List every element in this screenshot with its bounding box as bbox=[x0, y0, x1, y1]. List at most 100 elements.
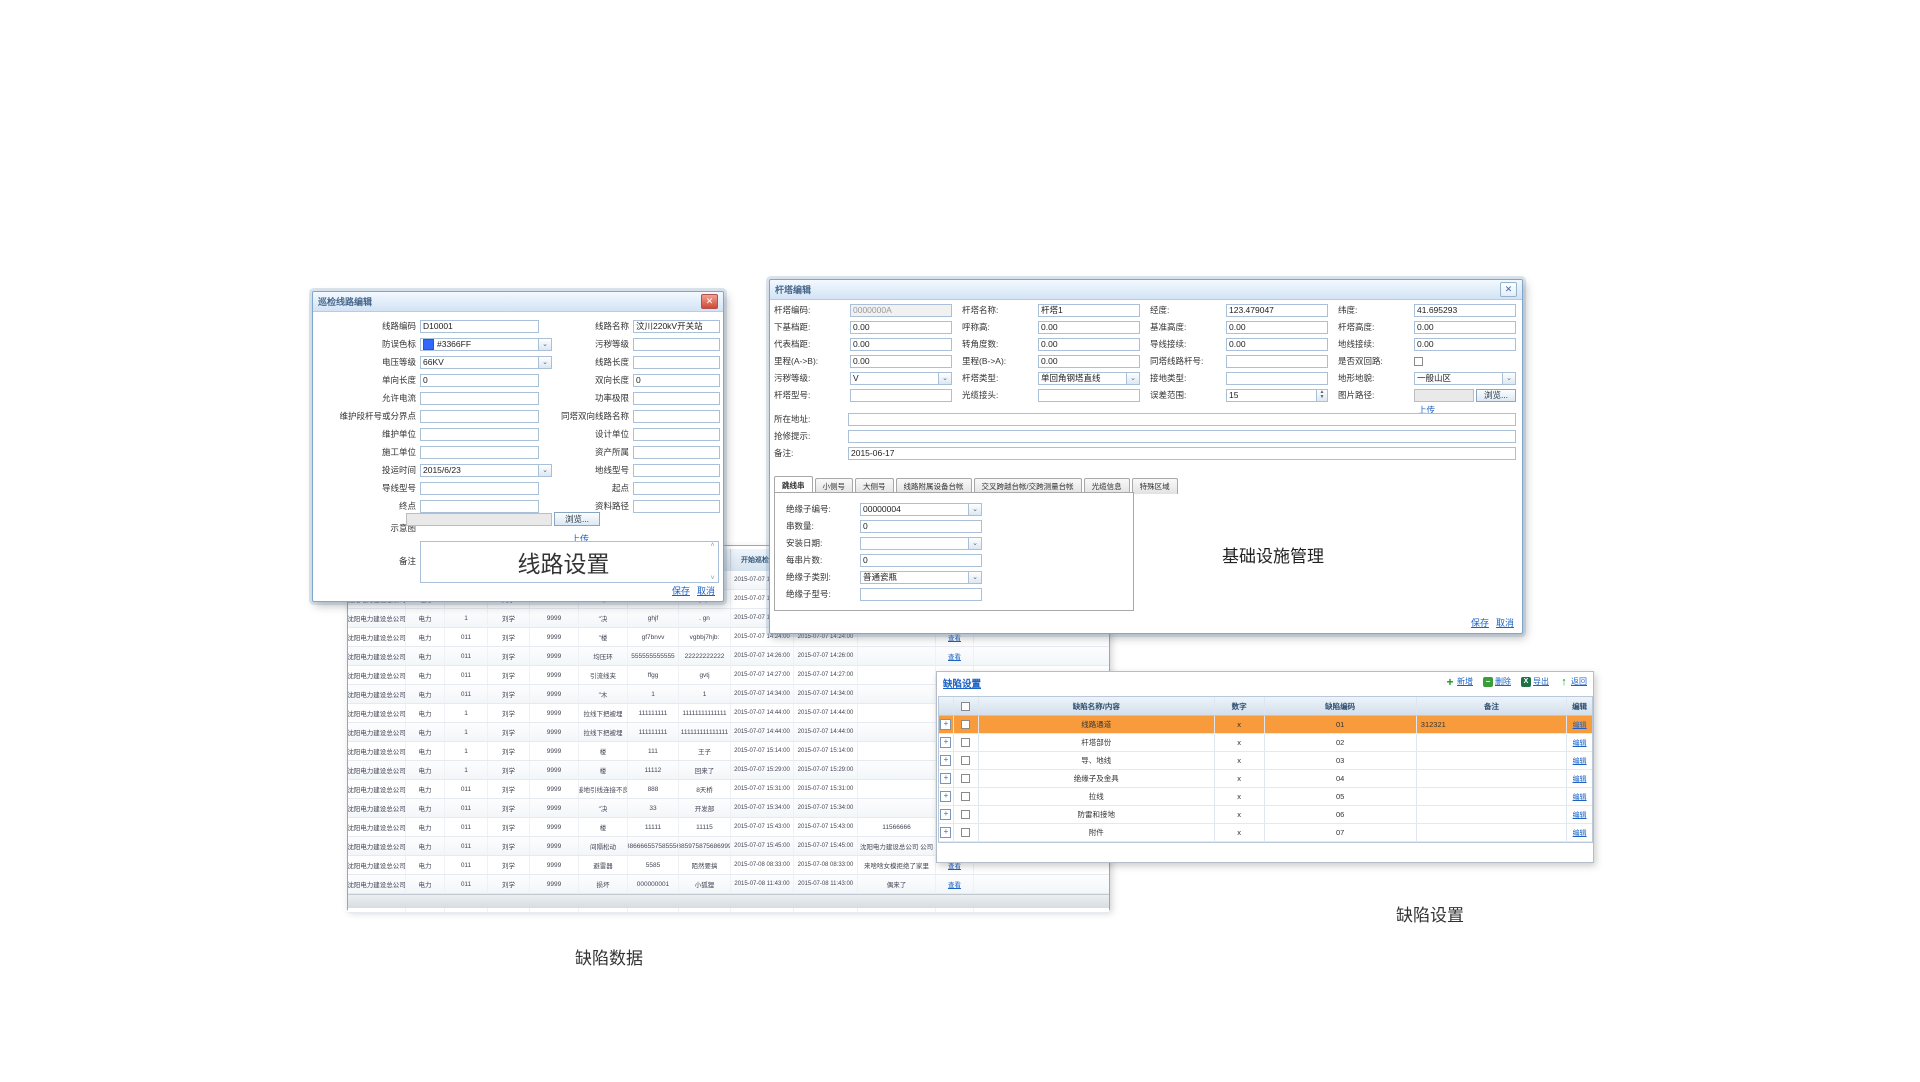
insulator-model-input[interactable] bbox=[860, 588, 982, 601]
line-code-input[interactable]: D10001 bbox=[420, 320, 539, 333]
repair-hint-input[interactable] bbox=[848, 430, 1516, 443]
dropdown-arrow-icon[interactable]: ⌄ bbox=[1126, 373, 1139, 384]
scroll-up-icon[interactable]: ˄ bbox=[710, 542, 714, 549]
expand-icon[interactable]: + bbox=[940, 773, 951, 784]
row-checkbox[interactable] bbox=[961, 792, 970, 801]
expand-icon[interactable]: + bbox=[940, 719, 951, 730]
groundwire-splice-input[interactable]: 0.00 bbox=[1414, 338, 1516, 351]
dropdown-arrow-icon[interactable]: ⌄ bbox=[968, 538, 981, 549]
tab-6[interactable]: 特殊区域 bbox=[1132, 478, 1178, 494]
close-icon[interactable]: ✕ bbox=[1500, 282, 1517, 297]
edit-link[interactable]: 编辑 bbox=[1573, 756, 1587, 766]
ground-type-input[interactable] bbox=[1226, 372, 1328, 385]
edit-link[interactable]: 编辑 bbox=[1573, 828, 1587, 838]
edit-link[interactable]: 编辑 bbox=[1573, 774, 1587, 784]
line-dialog-titlebar[interactable]: 巡检线路编辑 ✕ bbox=[313, 292, 723, 312]
row-checkbox[interactable] bbox=[961, 756, 970, 765]
picture-path-file-input[interactable] bbox=[1414, 389, 1474, 402]
address-input[interactable] bbox=[848, 413, 1516, 426]
expand-icon[interactable]: + bbox=[940, 737, 951, 748]
expand-icon[interactable]: + bbox=[940, 827, 951, 838]
remark-textarea[interactable]: 线路设置 ˄˅ bbox=[420, 541, 719, 583]
cancel-button[interactable]: 取消 bbox=[1496, 616, 1514, 629]
close-icon[interactable]: ✕ bbox=[701, 294, 718, 309]
end-point-input[interactable] bbox=[420, 500, 539, 513]
defect-settings-title[interactable]: 缺陷设置 bbox=[943, 676, 981, 690]
remark-input[interactable]: 2015-06-17 bbox=[848, 447, 1516, 460]
tower-dialog-titlebar[interactable]: 杆塔编辑 ✕ bbox=[770, 280, 1522, 300]
save-button[interactable]: 保存 bbox=[672, 584, 690, 597]
dropdown-arrow-icon[interactable]: ⌄ bbox=[968, 572, 981, 583]
diagram-browse-button[interactable]: 浏览... bbox=[554, 512, 600, 526]
select-all-checkbox[interactable] bbox=[961, 702, 970, 711]
terrain-input[interactable]: 一般山区⌄ bbox=[1414, 372, 1516, 385]
export-button[interactable]: X导出 bbox=[1521, 676, 1549, 687]
groundwire-model-input[interactable] bbox=[633, 464, 720, 477]
view-link[interactable]: 查看 bbox=[948, 879, 961, 889]
row-checkbox[interactable] bbox=[961, 774, 970, 783]
install-date-input[interactable]: ⌄ bbox=[860, 537, 982, 550]
tower-name-input[interactable]: 杆塔1 bbox=[1038, 304, 1140, 317]
save-button[interactable]: 保存 bbox=[1471, 616, 1489, 629]
one-way-length-input[interactable]: 0 bbox=[420, 374, 539, 387]
maintain-segment-input[interactable] bbox=[420, 410, 539, 423]
tower-model-input[interactable] bbox=[850, 389, 952, 402]
two-way-length-input[interactable]: 0 bbox=[633, 374, 720, 387]
scroll-down-icon[interactable]: ˅ bbox=[710, 575, 714, 582]
maintain-unit-input[interactable] bbox=[420, 428, 539, 441]
row-checkbox[interactable] bbox=[961, 720, 970, 729]
start-point-input[interactable] bbox=[633, 482, 720, 495]
is-double-circuit-checkbox[interactable] bbox=[1414, 357, 1423, 366]
textarea-scrollbar[interactable]: ˄˅ bbox=[707, 542, 718, 582]
lower-span-input[interactable]: 0.00 bbox=[850, 321, 952, 334]
row-checkbox[interactable] bbox=[961, 738, 970, 747]
nominal-height-input[interactable]: 0.00 bbox=[1038, 321, 1140, 334]
allowed-current-input[interactable] bbox=[420, 392, 539, 405]
tower-height-input[interactable]: 0.00 bbox=[1414, 321, 1516, 334]
same-tower-line-name-input[interactable] bbox=[633, 410, 720, 423]
edit-link[interactable]: 编辑 bbox=[1573, 720, 1587, 730]
mileage-ab-input[interactable]: 0.00 bbox=[850, 355, 952, 368]
row-checkbox[interactable] bbox=[961, 810, 970, 819]
picture-browse-button[interactable]: 浏览... bbox=[1476, 389, 1516, 402]
latitude-input[interactable]: 41.695293 bbox=[1414, 304, 1516, 317]
turn-angle-input[interactable]: 0.00 bbox=[1038, 338, 1140, 351]
expand-icon[interactable]: + bbox=[940, 809, 951, 820]
insulator-category-input[interactable]: 普通瓷瓶⌄ bbox=[860, 571, 982, 584]
expand-icon[interactable]: + bbox=[940, 791, 951, 802]
asset-owner-input[interactable] bbox=[633, 446, 720, 459]
power-limit-input[interactable] bbox=[633, 392, 720, 405]
conductor-splice-input[interactable]: 0.00 bbox=[1226, 338, 1328, 351]
pollution-level-input[interactable] bbox=[633, 338, 720, 351]
dropdown-arrow-icon[interactable]: ⌄ bbox=[1502, 373, 1515, 384]
represent-span-input[interactable]: 0.00 bbox=[850, 338, 952, 351]
base-height-input[interactable]: 0.00 bbox=[1226, 321, 1328, 334]
cable-joint-input[interactable] bbox=[1038, 389, 1140, 402]
insulator-no-input[interactable]: 00000004⌄ bbox=[860, 503, 982, 516]
add-button[interactable]: +新增 bbox=[1445, 676, 1473, 687]
tower-code-input[interactable]: 0000000A bbox=[850, 304, 952, 317]
line-length-input[interactable] bbox=[633, 356, 720, 369]
pollution-level-input[interactable]: V⌄ bbox=[850, 372, 952, 385]
row-checkbox[interactable] bbox=[961, 828, 970, 837]
delete-button[interactable]: −删除 bbox=[1483, 676, 1511, 687]
design-unit-input[interactable] bbox=[633, 428, 720, 441]
edit-link[interactable]: 编辑 bbox=[1573, 738, 1587, 748]
same-tower-pole-no-input[interactable] bbox=[1226, 355, 1328, 368]
construct-unit-input[interactable] bbox=[420, 446, 539, 459]
tower-type-input[interactable]: 单回角钢塔直线⌄ bbox=[1038, 372, 1140, 385]
error-range-input[interactable]: 15▲▼ bbox=[1226, 389, 1328, 402]
dropdown-arrow-icon[interactable]: ⌄ bbox=[938, 373, 951, 384]
dropdown-arrow-icon[interactable]: ⌄ bbox=[968, 504, 981, 515]
view-link[interactable]: 查看 bbox=[948, 651, 961, 661]
longitude-input[interactable]: 123.479047 bbox=[1226, 304, 1328, 317]
spinner-arrows-icon[interactable]: ▲▼ bbox=[1316, 390, 1327, 401]
back-button[interactable]: ↑返回 bbox=[1559, 676, 1587, 687]
mileage-ba-input[interactable]: 0.00 bbox=[1038, 355, 1140, 368]
cancel-button[interactable]: 取消 bbox=[697, 584, 715, 597]
pieces-per-string-input[interactable]: 0 bbox=[860, 554, 982, 567]
string-count-input[interactable]: 0 bbox=[860, 520, 982, 533]
diagram-file-input[interactable] bbox=[406, 513, 552, 526]
line-name-input[interactable]: 汶川220kV开关站 bbox=[633, 320, 720, 333]
edit-link[interactable]: 编辑 bbox=[1573, 792, 1587, 802]
